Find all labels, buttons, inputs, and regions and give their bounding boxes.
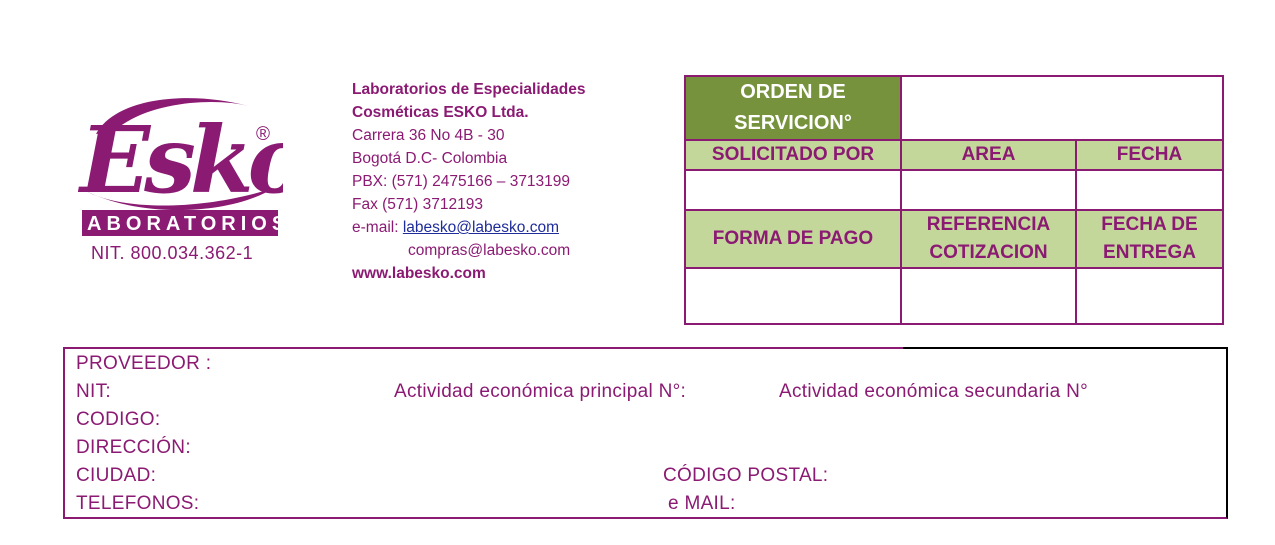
header-area: AREA [900,139,1077,171]
company-nit: NIT. 800.034.362-1 [91,243,254,263]
label-email: e MAIL: [668,493,736,514]
label-codigo-postal: CÓDIGO POSTAL: [663,465,829,486]
area-field[interactable] [900,169,1077,211]
esko-logo: Esko ® LABORATORIOS [78,92,283,262]
email-link[interactable]: labesko@labesko.com [403,219,559,236]
label-telefonos: TELEFONOS: [76,493,200,514]
label-actividad-principal: Actividad económica principal N°: [394,381,687,402]
forma-de-pago-field[interactable] [684,267,902,325]
fecha-field[interactable] [1075,169,1224,211]
label-nit: NIT: [76,381,111,402]
supplier-box: PROVEEDOR : NIT: Actividad económica pri… [63,347,1228,519]
header-solicitado-por: SOLICITADO POR [684,139,902,171]
company-name-line2: Cosméticas ESKO Ltda. [352,104,529,121]
label-direccion: DIRECCIÓN: [76,437,191,458]
svg-text:®: ® [256,124,270,145]
svg-text:Esko: Esko [78,106,283,214]
label-proveedor: PROVEEDOR : [76,353,212,374]
order-table: ORDEN DE SERVICION° SOLICITADO POR AREA … [684,75,1224,325]
solicitado-por-field[interactable] [684,169,902,211]
company-email-line: e-mail: labesko@labesko.com [352,216,585,239]
email-label: e-mail: [352,219,403,236]
header-fecha: FECHA [1075,139,1224,171]
fecha-de-entrega-field[interactable] [1075,267,1224,325]
header-forma-de-pago: FORMA DE PAGO [684,209,902,269]
company-pbx: PBX: (571) 2475166 – 3713199 [352,173,571,190]
company-info: Laboratorios de Especialidades Cosmética… [352,78,585,285]
svg-text:LABORATORIOS: LABORATORIOS [78,213,283,235]
order-number-field[interactable] [900,75,1224,141]
company-address: Carrera 36 No 4B - 30 [352,127,505,144]
header-referencia-cotizacion: REFERENCIA COTIZACION [900,209,1077,269]
company-email2: compras@labesko.com [408,242,571,259]
header-fecha-de-entrega: FECHA DE ENTREGA [1075,209,1224,269]
label-actividad-secundaria: Actividad económica secundaria N° [779,381,1088,402]
label-codigo: CODIGO: [76,409,161,430]
referencia-cotizacion-field[interactable] [900,267,1077,325]
company-city: Bogotá D.C- Colombia [352,150,508,167]
label-ciudad: CIUDAD: [76,465,157,486]
company-website: www.labesko.com [352,265,486,282]
order-title: ORDEN DE SERVICION° [684,75,902,141]
company-name-line1: Laboratorios de Especialidades [352,81,586,98]
company-fax: Fax (571) 3712193 [352,196,483,213]
